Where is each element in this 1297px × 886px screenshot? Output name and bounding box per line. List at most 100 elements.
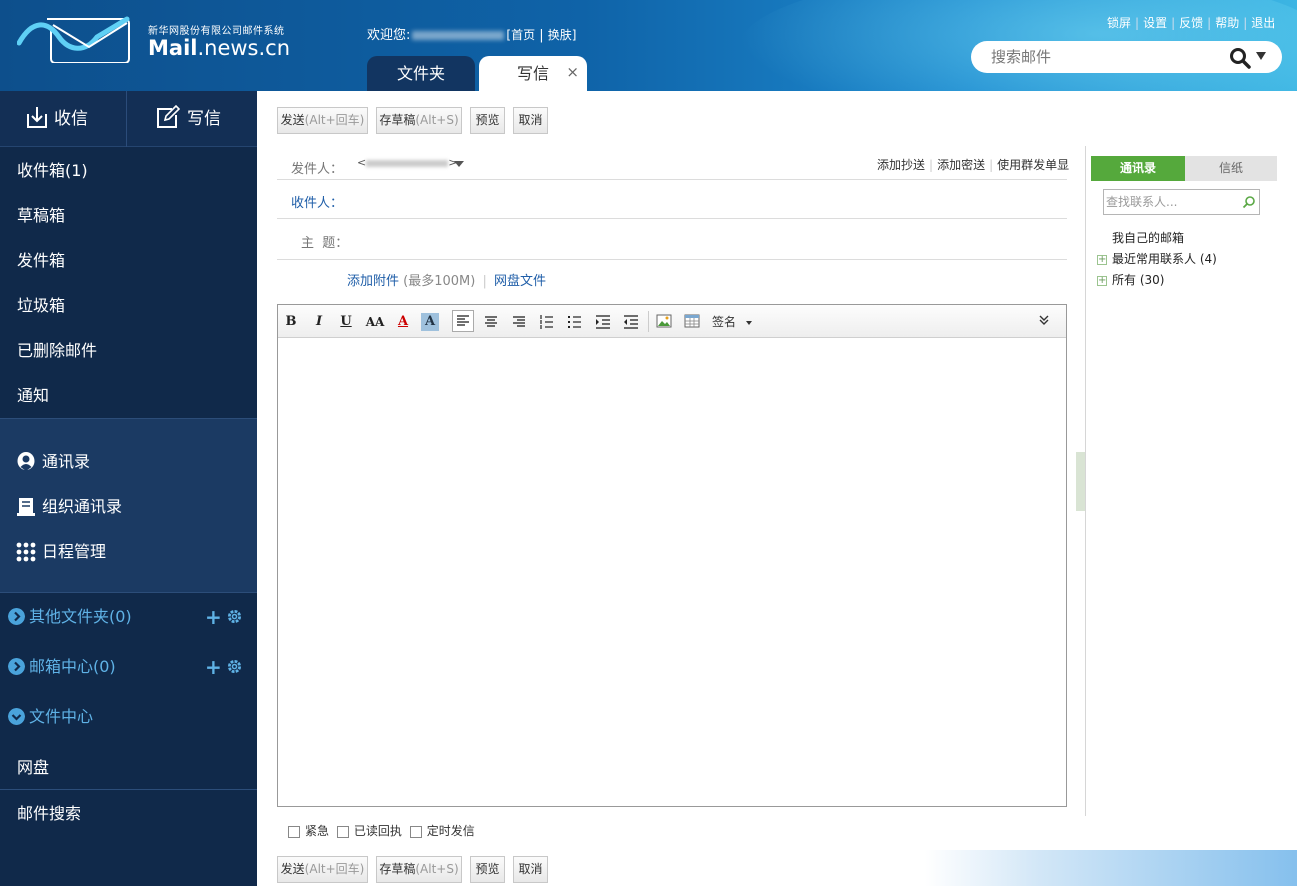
sidebar-item-mail-search[interactable]: 邮件搜索 (0, 791, 257, 836)
username-redacted (412, 31, 505, 40)
attachment-limit: (最多100M) (403, 274, 476, 289)
contact-icon (17, 452, 35, 471)
editor-body[interactable] (278, 339, 1066, 806)
home-link[interactable]: [首页 (506, 28, 535, 42)
to-row: 收件人： (277, 180, 1067, 219)
tab-compose[interactable]: 写信 × (479, 56, 587, 91)
from-label: 发件人： (291, 162, 344, 177)
netdisk-file-link[interactable]: 网盘文件 (494, 274, 546, 289)
chevron-down-icon (746, 320, 753, 325)
subject-input[interactable] (357, 226, 1057, 252)
sidebar-item-calendar[interactable]: 日程管理 (0, 529, 257, 574)
from-dropdown-icon[interactable] (454, 161, 464, 167)
search-icon[interactable] (1229, 47, 1251, 69)
from-select[interactable]: < > (357, 156, 457, 169)
background-decoration (925, 850, 1297, 886)
contacts-panel: 通讯录 信纸 我自己的邮箱 +最近常用联系人 (4) +所有 (30) (1085, 146, 1285, 816)
calendar-label: 日程管理 (42, 542, 107, 561)
inbox-download-icon (27, 107, 47, 128)
align-right-icon[interactable] (510, 313, 528, 331)
expand-plus-icon[interactable]: + (1097, 275, 1107, 286)
add-mailbox-icon[interactable]: + (205, 647, 222, 687)
sidebar-item-sent[interactable]: 发件箱 (0, 238, 257, 283)
cancel-button[interactable]: 取消 (513, 107, 548, 134)
add-cc-link[interactable]: 添加抄送 (877, 158, 925, 172)
logout-link[interactable]: 退出 (1251, 16, 1275, 30)
compose-button[interactable]: 写信 (156, 91, 221, 147)
indent-icon[interactable] (594, 313, 612, 331)
unordered-list-icon[interactable] (566, 313, 584, 331)
save-draft-button[interactable]: 存草稿(Alt+S) (376, 107, 462, 134)
sidebar-item-org-contacts[interactable]: 组织通讯录 (0, 484, 257, 529)
background-color-button[interactable]: A (421, 313, 439, 331)
sidebar-file-center[interactable]: 文件中心 (0, 697, 257, 737)
tab-contacts[interactable]: 通讯录 (1091, 156, 1185, 181)
tab-stationery[interactable]: 信纸 (1185, 156, 1277, 181)
tab-folder-label: 文件夹 (396, 64, 445, 83)
org-book-icon (17, 498, 35, 516)
ordered-list-icon[interactable] (538, 313, 556, 331)
signature-dropdown[interactable]: 签名 (712, 313, 753, 331)
skin-link[interactable]: 换肤] (548, 28, 577, 42)
receive-button[interactable]: 收信 (26, 91, 88, 147)
lock-screen-link[interactable]: 锁屏 (1107, 16, 1131, 30)
feedback-link[interactable]: 反馈 (1179, 16, 1203, 30)
save-draft-button-bottom[interactable]: 存草稿(Alt+S) (376, 856, 462, 883)
expand-toolbar-icon[interactable] (1037, 313, 1055, 331)
to-input[interactable] (357, 186, 1057, 212)
calendar-dots-icon (16, 542, 36, 562)
search-dropdown-caret-icon[interactable] (1256, 52, 1266, 60)
sidebar-item-inbox[interactable]: 收件箱(1) (0, 148, 257, 193)
add-folder-icon[interactable]: + (205, 597, 222, 637)
add-bcc-link[interactable]: 添加密送 (937, 158, 985, 172)
preview-button[interactable]: 预览 (470, 107, 505, 134)
sidebar-item-netdisk[interactable]: 网盘 (0, 745, 257, 790)
search-icon[interactable] (1242, 195, 1256, 209)
my-mailbox-item[interactable]: 我自己的邮箱 (1112, 229, 1184, 246)
italic-button[interactable]: I (312, 313, 326, 331)
sidebar-other-folders[interactable]: 其他文件夹(0) + (0, 597, 257, 637)
logo-envelope-icon (17, 16, 130, 63)
read-receipt-checkbox[interactable]: 已读回执 (336, 824, 402, 838)
all-contacts-item[interactable]: + 所有 (30) (1097, 271, 1164, 288)
sidebar-mailbox-center[interactable]: 邮箱中心(0) + (0, 647, 257, 687)
scheduled-send-checkbox[interactable]: 定时发信 (409, 824, 475, 838)
outdent-icon[interactable] (622, 313, 640, 331)
underline-button[interactable]: U (339, 313, 353, 331)
gear-icon[interactable] (227, 609, 242, 624)
contact-search-input[interactable] (1106, 193, 1236, 211)
sidebar-item-contacts[interactable]: 通讯录 (0, 439, 257, 484)
cancel-button-bottom[interactable]: 取消 (513, 856, 548, 883)
send-button-bottom[interactable]: 发送(Alt+回车) (277, 856, 368, 883)
close-tab-icon[interactable]: × (566, 55, 579, 90)
compose-area: 发送(Alt+回车) 存草稿(Alt+S) 预览 取消 发件人： < > 添加抄送… (257, 91, 1297, 886)
preview-button-bottom[interactable]: 预览 (470, 856, 505, 883)
mail-search-input[interactable] (991, 47, 1221, 67)
sidebar-item-drafts[interactable]: 草稿箱 (0, 193, 257, 238)
expand-plus-icon[interactable]: + (1097, 254, 1107, 265)
font-size-button[interactable]: AA (365, 313, 385, 331)
bold-button[interactable]: B (284, 313, 298, 331)
send-button[interactable]: 发送(Alt+回车) (277, 107, 368, 134)
sidebar-item-deleted[interactable]: 已删除邮件 (0, 328, 257, 373)
group-single-link[interactable]: 使用群发单显 (997, 158, 1069, 172)
settings-link[interactable]: 设置 (1143, 16, 1167, 30)
add-attachment-link[interactable]: 添加附件 (347, 274, 399, 289)
insert-image-icon[interactable] (656, 313, 674, 331)
urgent-checkbox[interactable]: 紧急 (288, 824, 329, 838)
recent-contacts-item[interactable]: + 最近常用联系人 (4) (1097, 250, 1217, 267)
logo-subtitle: 新华网股份有限公司邮件系统 (148, 26, 285, 37)
gear-icon[interactable] (227, 659, 242, 674)
divider (126, 91, 127, 147)
sidebar-item-spam[interactable]: 垃圾箱 (0, 283, 257, 328)
align-center-icon[interactable] (482, 313, 500, 331)
mailbox-center-label: 邮箱中心(0) (29, 657, 116, 676)
help-link[interactable]: 帮助 (1215, 16, 1239, 30)
align-left-icon[interactable] (452, 310, 474, 332)
sidebar: 收信 写信 收件箱(1) 草稿箱 发件箱 垃圾箱 已删除邮件 通知 通讯录 组织… (0, 91, 257, 886)
font-color-button[interactable]: A (394, 313, 412, 331)
tab-folder[interactable]: 文件夹 (367, 56, 475, 91)
sidebar-item-notices[interactable]: 通知 (0, 373, 257, 418)
insert-table-icon[interactable] (684, 313, 702, 331)
to-label: 收件人： (291, 196, 344, 211)
